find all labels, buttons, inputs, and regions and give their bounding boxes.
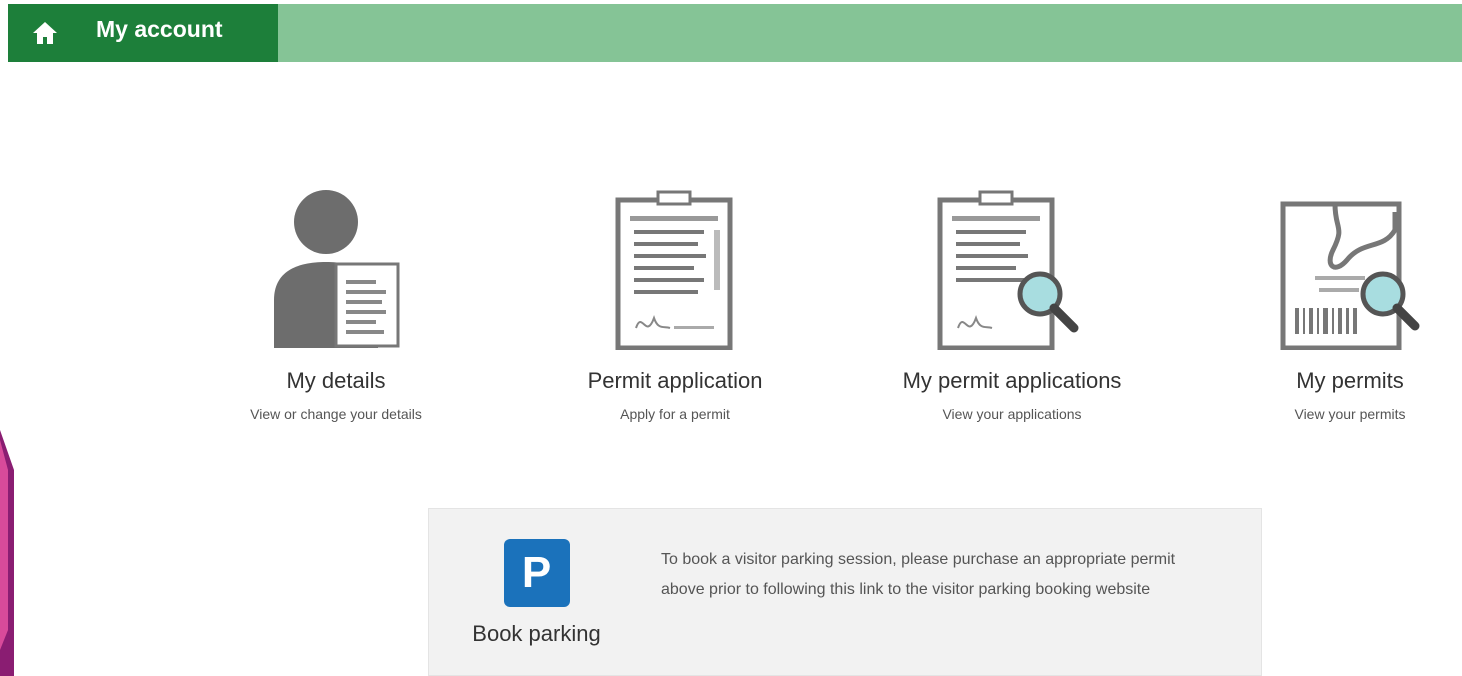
tile-title: My details (286, 368, 386, 393)
tile-title: My permit applications (902, 368, 1122, 393)
tile-subtitle: Apply for a permit (620, 406, 730, 422)
tile-title: My permits (1296, 368, 1404, 393)
book-parking-label: Book parking (472, 621, 601, 646)
tile-subtitle: View your permits (1294, 406, 1406, 422)
book-parking-panel: P Book parking To book a visitor parking… (428, 508, 1262, 676)
decorative-edge (0, 430, 14, 676)
home-icon[interactable] (30, 18, 60, 48)
user-details-icon (274, 190, 400, 348)
home-tab[interactable]: My account (8, 4, 278, 62)
book-parking-link[interactable]: P Book parking (459, 539, 614, 647)
parking-icon: P (503, 539, 570, 607)
tile-my-permits[interactable]: My permits View your permits (1200, 180, 1462, 440)
tile-title: Permit application (587, 368, 763, 393)
clipboard-icon (615, 190, 733, 350)
tile-my-permit-applications[interactable]: My permit applications View your applica… (862, 180, 1162, 440)
top-nav-bar: My account (8, 4, 1462, 62)
permit-search-icon (1280, 201, 1420, 350)
my-account-link[interactable]: My account (96, 16, 223, 43)
tile-permit-application[interactable]: Permit application Apply for a permit (525, 180, 825, 440)
tile-my-details[interactable]: My details View or change your details (186, 180, 486, 440)
clipboard-search-icon (937, 190, 1079, 350)
tile-subtitle: View your applications (942, 406, 1082, 422)
tile-subtitle: View or change your details (250, 406, 422, 422)
book-parking-description: To book a visitor parking session, pleas… (661, 551, 1176, 598)
